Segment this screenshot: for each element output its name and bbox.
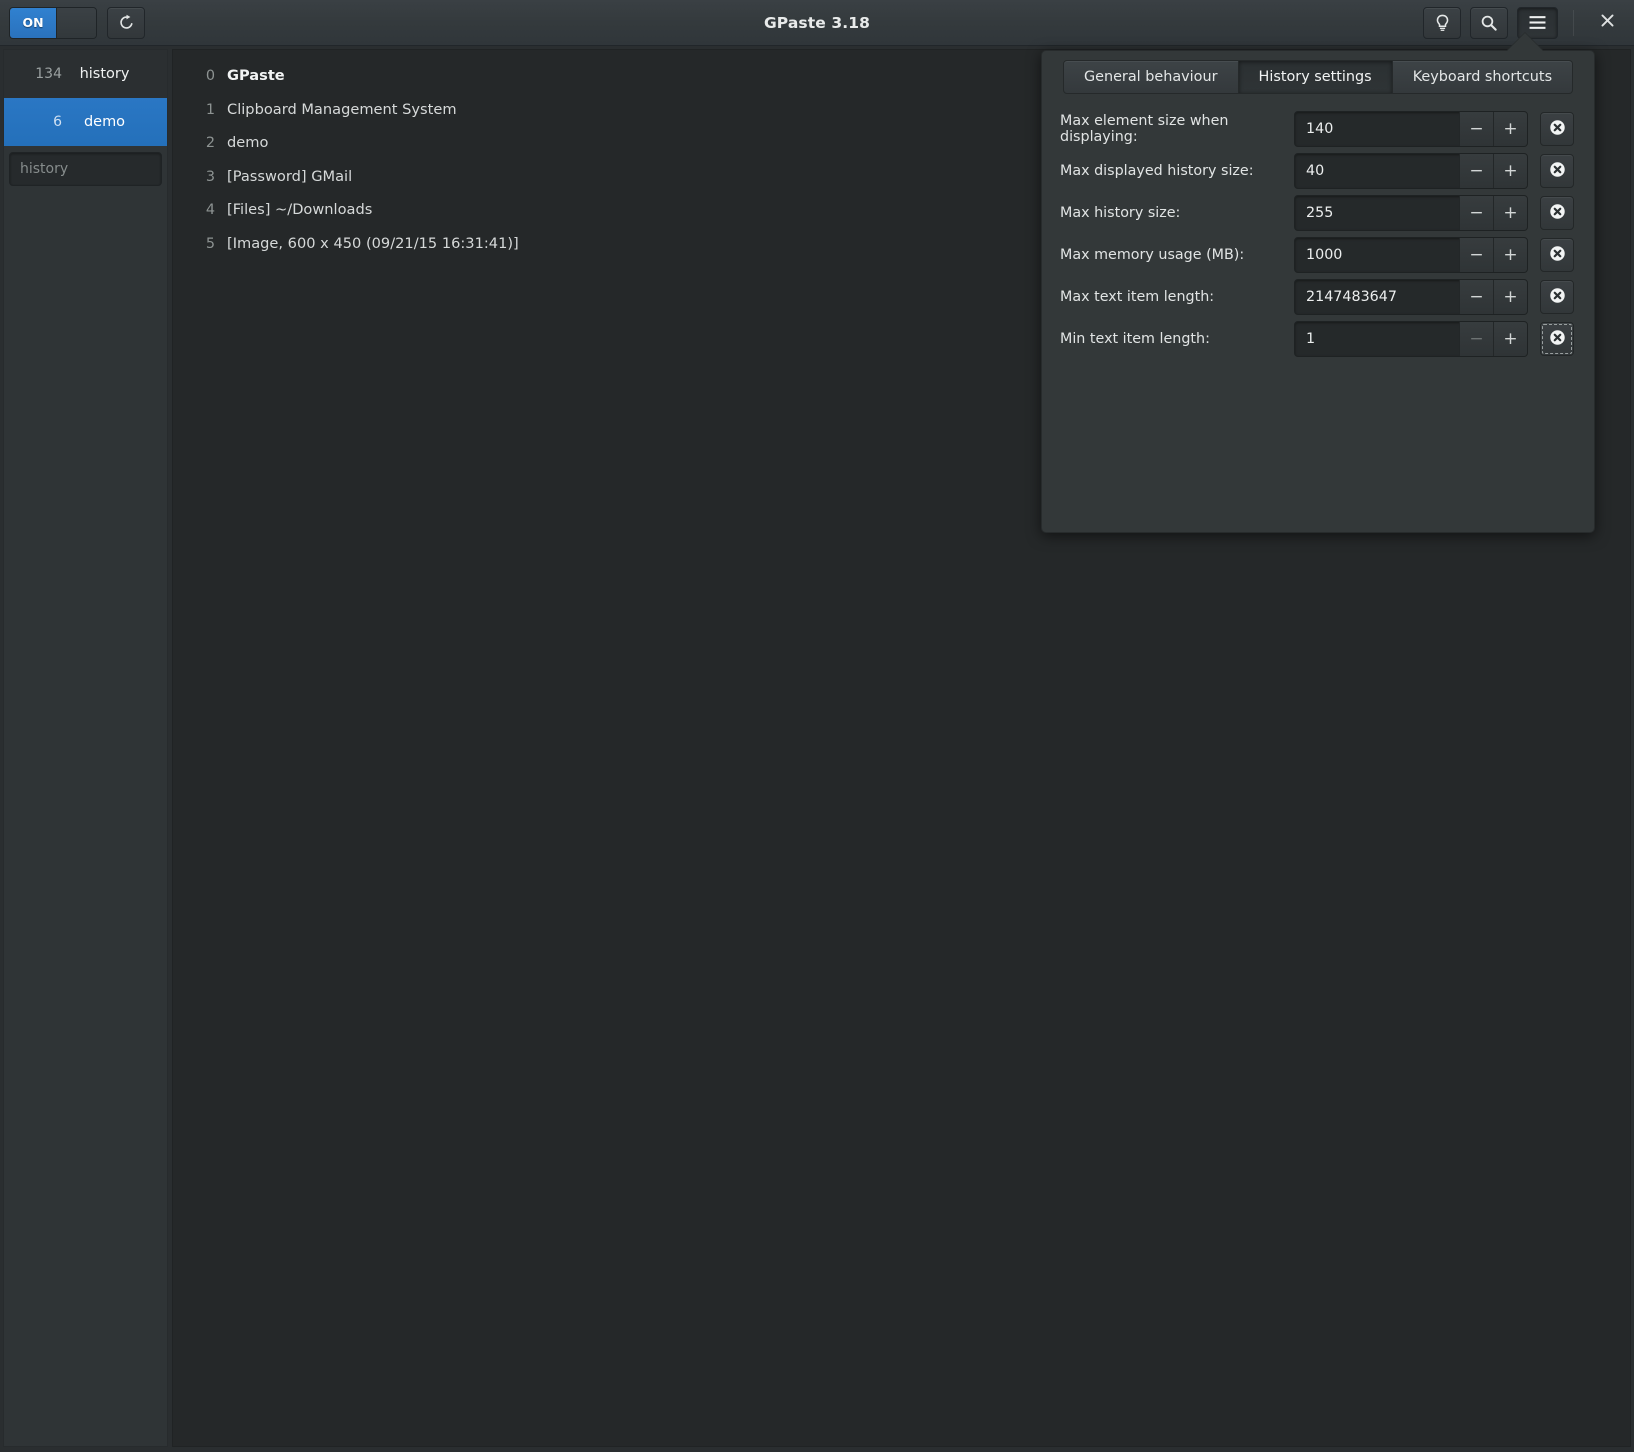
setting-row-min-text-item-length: Min text item length: 1 − + bbox=[1054, 318, 1574, 360]
setting-row-max-history-size: Max history size: 255 − + bbox=[1054, 192, 1574, 234]
close-button[interactable] bbox=[1589, 7, 1625, 39]
spinner-value[interactable]: 1000 bbox=[1295, 238, 1459, 272]
setting-label: Max element size when displaying: bbox=[1054, 113, 1294, 145]
tab-general-behaviour[interactable]: General behaviour bbox=[1063, 60, 1239, 94]
max-memory-usage-spinner[interactable]: 1000 − + bbox=[1294, 237, 1528, 273]
popover-arrow bbox=[1507, 33, 1543, 51]
history-row-history[interactable]: 134 history bbox=[4, 50, 167, 98]
setting-row-max-element-size: Max element size when displaying: 140 − … bbox=[1054, 108, 1574, 150]
hamburger-menu-icon bbox=[1528, 15, 1547, 30]
setting-label: Max history size: bbox=[1054, 205, 1294, 221]
max-displayed-history-size-spinner[interactable]: 40 − + bbox=[1294, 153, 1528, 189]
lightbulb-button[interactable] bbox=[1423, 7, 1461, 39]
setting-row-max-displayed-history-size: Max displayed history size: 40 − + bbox=[1054, 150, 1574, 192]
reload-icon bbox=[118, 14, 135, 31]
item-text: [Files] ~/Downloads bbox=[227, 201, 372, 218]
reset-icon bbox=[1548, 118, 1567, 141]
new-history-input-wrapper[interactable] bbox=[9, 152, 162, 186]
close-icon bbox=[1600, 13, 1615, 32]
spinner-decrement-button[interactable]: − bbox=[1459, 154, 1493, 188]
spinner-value[interactable]: 2147483647 bbox=[1295, 280, 1459, 314]
window-title: GPaste 3.18 bbox=[0, 14, 1634, 32]
spinner-increment-button[interactable]: + bbox=[1493, 196, 1527, 230]
max-text-item-length-spinner[interactable]: 2147483647 − + bbox=[1294, 279, 1528, 315]
reset-button[interactable] bbox=[1540, 238, 1574, 272]
setting-row-max-memory-usage: Max memory usage (MB): 1000 − + bbox=[1054, 234, 1574, 276]
item-text: Clipboard Management System bbox=[227, 101, 457, 118]
history-count: 6 bbox=[18, 114, 62, 130]
reset-icon bbox=[1548, 244, 1567, 267]
reset-button[interactable] bbox=[1540, 196, 1574, 230]
item-text: demo bbox=[227, 134, 268, 151]
history-count: 134 bbox=[18, 66, 62, 82]
tracking-switch[interactable]: ON bbox=[9, 7, 97, 39]
reset-button[interactable] bbox=[1540, 280, 1574, 314]
titlebar: ON GPaste 3.18 bbox=[0, 0, 1634, 46]
setting-label: Max text item length: bbox=[1054, 289, 1294, 305]
tracking-switch-knob[interactable] bbox=[57, 8, 96, 38]
setting-label: Max memory usage (MB): bbox=[1054, 247, 1294, 263]
item-text: [Image, 600 x 450 (09/21/15 16:31:41)] bbox=[227, 235, 519, 252]
history-settings-panel: Max element size when displaying: 140 − … bbox=[1042, 94, 1594, 360]
tab-history-settings[interactable]: History settings bbox=[1239, 60, 1393, 94]
reset-button[interactable] bbox=[1540, 112, 1574, 146]
histories-sidebar: 134 history 6 demo bbox=[3, 49, 168, 1447]
spinner-decrement-button[interactable]: − bbox=[1459, 112, 1493, 146]
spinner-increment-button[interactable]: + bbox=[1493, 154, 1527, 188]
settings-tabbar: General behaviour History settings Keybo… bbox=[1042, 51, 1594, 94]
max-element-size-spinner[interactable]: 140 − + bbox=[1294, 111, 1528, 147]
gpaste-window: ON GPaste 3.18 bbox=[0, 0, 1634, 1452]
spinner-decrement-button[interactable]: − bbox=[1459, 238, 1493, 272]
reset-button[interactable] bbox=[1540, 154, 1574, 188]
settings-popover: General behaviour History settings Keybo… bbox=[1041, 50, 1595, 533]
reset-icon bbox=[1548, 202, 1567, 225]
item-index: 2 bbox=[199, 135, 215, 151]
item-index: 4 bbox=[199, 202, 215, 218]
item-index: 5 bbox=[199, 236, 215, 252]
search-button[interactable] bbox=[1470, 7, 1508, 39]
spinner-value[interactable]: 140 bbox=[1295, 112, 1459, 146]
spinner-value[interactable]: 255 bbox=[1295, 196, 1459, 230]
search-icon bbox=[1480, 14, 1498, 32]
spinner-decrement-button[interactable]: − bbox=[1459, 280, 1493, 314]
setting-label: Min text item length: bbox=[1054, 331, 1294, 347]
item-text: GPaste bbox=[227, 67, 285, 84]
history-name: history bbox=[62, 66, 153, 82]
history-name: demo bbox=[62, 114, 153, 130]
spinner-decrement-button[interactable]: − bbox=[1459, 196, 1493, 230]
spinner-increment-button[interactable]: + bbox=[1493, 112, 1527, 146]
histories-list: 134 history 6 demo bbox=[4, 50, 167, 146]
reload-button[interactable] bbox=[107, 7, 145, 39]
spinner-decrement-button[interactable]: − bbox=[1459, 322, 1493, 356]
item-index: 1 bbox=[199, 102, 215, 118]
spinner-increment-button[interactable]: + bbox=[1493, 280, 1527, 314]
reset-icon bbox=[1548, 286, 1567, 309]
reset-button[interactable] bbox=[1540, 322, 1574, 356]
history-row-demo[interactable]: 6 demo bbox=[4, 98, 167, 146]
reset-icon bbox=[1548, 328, 1567, 351]
tab-keyboard-shortcuts[interactable]: Keyboard shortcuts bbox=[1393, 60, 1573, 94]
titlebar-divider bbox=[1573, 10, 1574, 36]
min-text-item-length-spinner[interactable]: 1 − + bbox=[1294, 321, 1528, 357]
spinner-value[interactable]: 1 bbox=[1295, 322, 1459, 356]
reset-icon bbox=[1548, 160, 1567, 183]
lightbulb-icon bbox=[1434, 14, 1451, 32]
spinner-increment-button[interactable]: + bbox=[1493, 238, 1527, 272]
setting-label: Max displayed history size: bbox=[1054, 163, 1294, 179]
tracking-switch-on-label: ON bbox=[10, 8, 57, 38]
max-history-size-spinner[interactable]: 255 − + bbox=[1294, 195, 1528, 231]
item-index: 3 bbox=[199, 169, 215, 185]
item-index: 0 bbox=[199, 68, 215, 84]
new-history-input[interactable] bbox=[20, 161, 194, 177]
spinner-value[interactable]: 40 bbox=[1295, 154, 1459, 188]
titlebar-left-controls: ON bbox=[9, 7, 145, 39]
spinner-increment-button[interactable]: + bbox=[1493, 322, 1527, 356]
item-text: [Password] GMail bbox=[227, 168, 352, 185]
setting-row-max-text-item-length: Max text item length: 2147483647 − + bbox=[1054, 276, 1574, 318]
